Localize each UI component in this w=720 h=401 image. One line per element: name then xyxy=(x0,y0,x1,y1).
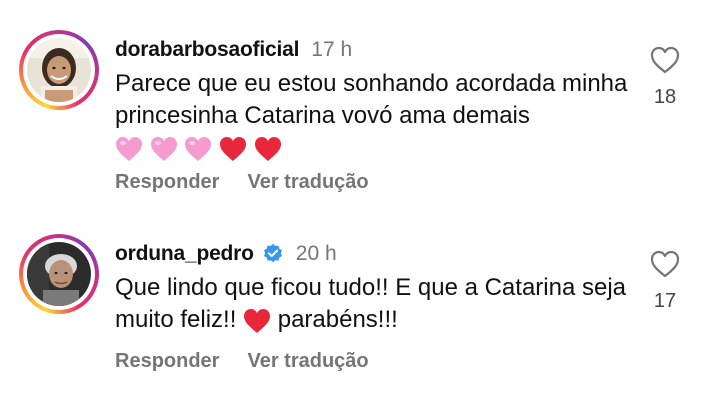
comment-username[interactable]: dorabarbosaoficial xyxy=(115,38,299,62)
avatar[interactable] xyxy=(27,38,91,102)
comment-text: Que lindo que ficou tudo!! E que a Catar… xyxy=(115,272,655,336)
comment-body: Parece que eu estou sonhando acordada mi… xyxy=(115,70,628,129)
comment-text: Parece que eu estou sonhando acordada mi… xyxy=(115,68,655,164)
pink-heart-emoji xyxy=(150,136,177,161)
like-control: 17 xyxy=(650,250,680,313)
comment-actions: Responder Ver tradução xyxy=(115,171,369,194)
like-control: 18 xyxy=(650,46,680,109)
pink-heart-emoji xyxy=(116,136,142,161)
comment-timestamp: 17 h xyxy=(311,38,353,61)
story-ring[interactable] xyxy=(19,234,99,314)
heart-outline-icon[interactable] xyxy=(650,46,680,74)
story-ring[interactable] xyxy=(19,30,99,110)
verified-badge-icon xyxy=(263,243,282,263)
red-heart-emoji xyxy=(220,136,247,161)
red-heart-emoji xyxy=(254,136,281,161)
emoji-row xyxy=(115,134,282,161)
comment-timestamp: 20 h xyxy=(295,242,337,265)
avatar[interactable] xyxy=(27,242,91,306)
comment-body-end: parabéns!!! xyxy=(277,306,398,333)
red-heart-emoji xyxy=(244,308,271,333)
translate-button[interactable]: Ver tradução xyxy=(247,350,368,373)
translate-button[interactable]: Ver tradução xyxy=(247,171,368,194)
like-count: 17 xyxy=(653,290,677,312)
like-count: 18 xyxy=(653,86,677,108)
pink-heart-emoji xyxy=(185,136,212,161)
reply-button[interactable]: Responder xyxy=(115,171,219,194)
comment-username[interactable]: orduna_pedro xyxy=(115,242,254,266)
reply-button[interactable]: Responder xyxy=(115,350,219,373)
comment-actions: Responder Ver tradução xyxy=(115,350,369,373)
heart-outline-icon[interactable] xyxy=(650,250,680,278)
